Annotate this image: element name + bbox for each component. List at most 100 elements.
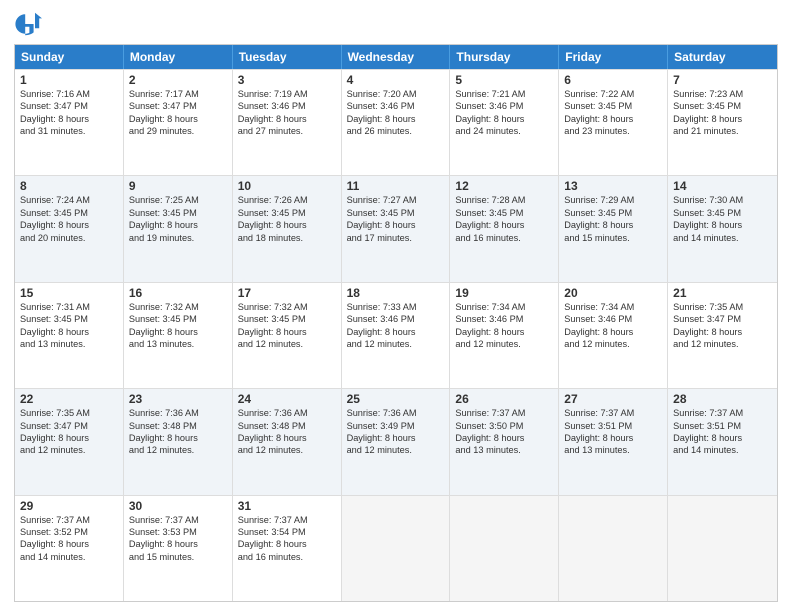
day-info-line: Sunset: 3:48 PM: [129, 420, 227, 432]
day-info-line: Sunrise: 7:37 AM: [20, 514, 118, 526]
day-info-line: Daylight: 8 hours: [129, 113, 227, 125]
day-number: 2: [129, 73, 227, 87]
calendar-header-cell: Friday: [559, 45, 668, 69]
day-info-line: Sunset: 3:51 PM: [673, 420, 772, 432]
day-number: 19: [455, 286, 553, 300]
day-number: 25: [347, 392, 445, 406]
calendar-day-cell: 1Sunrise: 7:16 AMSunset: 3:47 PMDaylight…: [15, 70, 124, 175]
calendar-day-cell: 10Sunrise: 7:26 AMSunset: 3:45 PMDayligh…: [233, 176, 342, 281]
day-info-line: and 12 minutes.: [347, 338, 445, 350]
day-number: 24: [238, 392, 336, 406]
day-info-line: Sunrise: 7:27 AM: [347, 194, 445, 206]
day-info-line: Sunset: 3:47 PM: [20, 100, 118, 112]
calendar-day-cell: 24Sunrise: 7:36 AMSunset: 3:48 PMDayligh…: [233, 389, 342, 494]
day-info-line: Sunrise: 7:32 AM: [238, 301, 336, 313]
day-number: 4: [347, 73, 445, 87]
day-info-line: and 13 minutes.: [20, 338, 118, 350]
day-info-line: Sunset: 3:46 PM: [455, 313, 553, 325]
calendar-body: 1Sunrise: 7:16 AMSunset: 3:47 PMDaylight…: [15, 69, 777, 601]
calendar-day-cell: 31Sunrise: 7:37 AMSunset: 3:54 PMDayligh…: [233, 496, 342, 601]
day-number: 18: [347, 286, 445, 300]
day-info-line: Sunset: 3:46 PM: [238, 100, 336, 112]
day-info-line: Sunset: 3:48 PM: [238, 420, 336, 432]
day-number: 6: [564, 73, 662, 87]
calendar-empty-cell: [668, 496, 777, 601]
calendar-day-cell: 5Sunrise: 7:21 AMSunset: 3:46 PMDaylight…: [450, 70, 559, 175]
calendar-day-cell: 23Sunrise: 7:36 AMSunset: 3:48 PMDayligh…: [124, 389, 233, 494]
day-info-line: Sunset: 3:45 PM: [564, 207, 662, 219]
day-info-line: Daylight: 8 hours: [238, 113, 336, 125]
calendar-header-cell: Monday: [124, 45, 233, 69]
calendar-empty-cell: [559, 496, 668, 601]
calendar-day-cell: 25Sunrise: 7:36 AMSunset: 3:49 PMDayligh…: [342, 389, 451, 494]
day-info-line: Daylight: 8 hours: [347, 432, 445, 444]
day-info-line: Daylight: 8 hours: [129, 432, 227, 444]
calendar-day-cell: 16Sunrise: 7:32 AMSunset: 3:45 PMDayligh…: [124, 283, 233, 388]
day-number: 29: [20, 499, 118, 513]
day-number: 22: [20, 392, 118, 406]
day-number: 13: [564, 179, 662, 193]
day-info-line: Sunrise: 7:19 AM: [238, 88, 336, 100]
day-info-line: Sunset: 3:53 PM: [129, 526, 227, 538]
day-info-line: Daylight: 8 hours: [20, 326, 118, 338]
day-info-line: Sunrise: 7:35 AM: [20, 407, 118, 419]
day-info-line: Sunrise: 7:33 AM: [347, 301, 445, 313]
day-info-line: Daylight: 8 hours: [129, 326, 227, 338]
calendar-week: 1Sunrise: 7:16 AMSunset: 3:47 PMDaylight…: [15, 69, 777, 175]
day-info-line: Daylight: 8 hours: [673, 219, 772, 231]
page: SundayMondayTuesdayWednesdayThursdayFrid…: [0, 0, 792, 612]
day-number: 15: [20, 286, 118, 300]
day-info-line: and 16 minutes.: [455, 232, 553, 244]
calendar-header-cell: Sunday: [15, 45, 124, 69]
calendar-day-cell: 9Sunrise: 7:25 AMSunset: 3:45 PMDaylight…: [124, 176, 233, 281]
day-info-line: Daylight: 8 hours: [347, 326, 445, 338]
day-number: 5: [455, 73, 553, 87]
day-info-line: Sunset: 3:45 PM: [673, 100, 772, 112]
day-info-line: Daylight: 8 hours: [129, 538, 227, 550]
day-info-line: Sunrise: 7:34 AM: [455, 301, 553, 313]
day-info-line: Daylight: 8 hours: [455, 432, 553, 444]
day-info-line: and 13 minutes.: [564, 444, 662, 456]
day-info-line: Sunrise: 7:26 AM: [238, 194, 336, 206]
day-info-line: Daylight: 8 hours: [20, 113, 118, 125]
day-info-line: Sunrise: 7:28 AM: [455, 194, 553, 206]
day-info-line: Sunrise: 7:22 AM: [564, 88, 662, 100]
day-number: 31: [238, 499, 336, 513]
day-info-line: Daylight: 8 hours: [455, 326, 553, 338]
day-info-line: Sunset: 3:45 PM: [238, 207, 336, 219]
day-info-line: Sunset: 3:52 PM: [20, 526, 118, 538]
day-info-line: Sunset: 3:46 PM: [347, 100, 445, 112]
day-number: 8: [20, 179, 118, 193]
calendar-day-cell: 4Sunrise: 7:20 AMSunset: 3:46 PMDaylight…: [342, 70, 451, 175]
day-info-line: and 14 minutes.: [673, 232, 772, 244]
day-info-line: and 23 minutes.: [564, 125, 662, 137]
day-info-line: and 12 minutes.: [455, 338, 553, 350]
calendar-day-cell: 17Sunrise: 7:32 AMSunset: 3:45 PMDayligh…: [233, 283, 342, 388]
day-info-line: and 21 minutes.: [673, 125, 772, 137]
day-info-line: Sunrise: 7:37 AM: [455, 407, 553, 419]
day-info-line: and 31 minutes.: [20, 125, 118, 137]
calendar-day-cell: 11Sunrise: 7:27 AMSunset: 3:45 PMDayligh…: [342, 176, 451, 281]
day-info-line: Sunrise: 7:36 AM: [129, 407, 227, 419]
day-info-line: Daylight: 8 hours: [20, 219, 118, 231]
day-info-line: and 24 minutes.: [455, 125, 553, 137]
day-number: 21: [673, 286, 772, 300]
day-info-line: and 12 minutes.: [347, 444, 445, 456]
day-number: 14: [673, 179, 772, 193]
calendar-week: 29Sunrise: 7:37 AMSunset: 3:52 PM Dayligh…: [15, 495, 777, 601]
day-info-line: Daylight: 8 hours: [564, 326, 662, 338]
day-number: 11: [347, 179, 445, 193]
day-info-line: Sunrise: 7:21 AM: [455, 88, 553, 100]
calendar-header-cell: Thursday: [450, 45, 559, 69]
calendar-day-cell: 6Sunrise: 7:22 AMSunset: 3:45 PMDaylight…: [559, 70, 668, 175]
day-info-line: and 12 minutes.: [564, 338, 662, 350]
day-number: 10: [238, 179, 336, 193]
day-number: 30: [129, 499, 227, 513]
day-info-line: Sunset: 3:50 PM: [455, 420, 553, 432]
day-info-line: and 26 minutes.: [347, 125, 445, 137]
day-info-line: Sunset: 3:45 PM: [129, 313, 227, 325]
day-info-line: Sunset: 3:51 PM: [564, 420, 662, 432]
day-number: 1: [20, 73, 118, 87]
day-info-line: Sunrise: 7:31 AM: [20, 301, 118, 313]
day-info-line: and 16 minutes.: [238, 551, 336, 563]
